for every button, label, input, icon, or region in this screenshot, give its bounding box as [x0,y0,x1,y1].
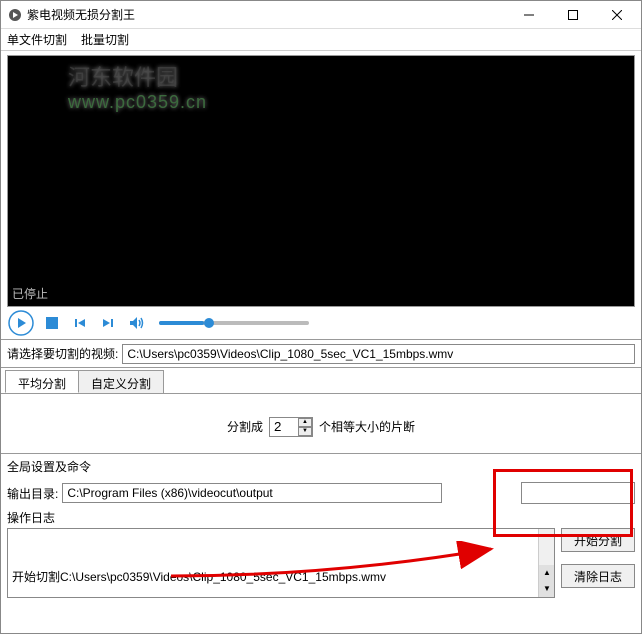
menu-single-file[interactable]: 单文件切割 [7,31,67,48]
menu-batch[interactable]: 批量切割 [81,31,129,48]
close-button[interactable] [595,2,639,28]
prev-button[interactable] [69,312,91,334]
global-settings-header: 全局设置及命令 [1,453,641,479]
secondary-output-input[interactable] [521,482,635,504]
volume-slider[interactable] [159,321,309,325]
playback-status: 已停止 [12,285,48,302]
split-suffix-label: 个相等大小的片断 [319,418,415,435]
next-button[interactable] [97,312,119,334]
volume-icon[interactable] [125,312,147,334]
output-dir-label: 输出目录: [7,485,58,502]
window-title: 紫电视频无损分割王 [27,6,507,23]
stop-button[interactable] [41,312,63,334]
output-dir-input[interactable] [62,483,442,503]
scroll-up-button[interactable]: ▲ [539,565,555,581]
scroll-down-button[interactable]: ▼ [539,581,555,597]
tab-custom-split[interactable]: 自定义分割 [78,370,164,393]
maximize-button[interactable] [551,2,595,28]
start-split-button[interactable]: 开始分割 [561,528,635,552]
log-textarea[interactable]: 开始切割C:\Users\pc0359\Videos\Clip_1080_5se… [7,528,555,598]
file-select-label: 请选择要切割的视频: [7,345,118,362]
file-path-input[interactable] [122,344,635,364]
watermark: 河东软件园 www.pc0359.cn [68,60,207,113]
play-button[interactable] [7,309,35,337]
app-icon [7,7,23,23]
log-scrollbar[interactable]: ▲ ▼ [538,529,554,597]
tab-average-split[interactable]: 平均分割 [5,370,79,393]
split-prefix-label: 分割成 [227,418,263,435]
clear-log-button[interactable]: 清除日志 [561,564,635,588]
log-label: 操作日志 [7,509,635,526]
minimize-button[interactable] [507,2,551,28]
video-preview: 河东软件园 www.pc0359.cn 已停止 [7,55,635,307]
spin-down-button[interactable]: ▼ [298,427,312,436]
spin-up-button[interactable]: ▲ [298,418,312,427]
